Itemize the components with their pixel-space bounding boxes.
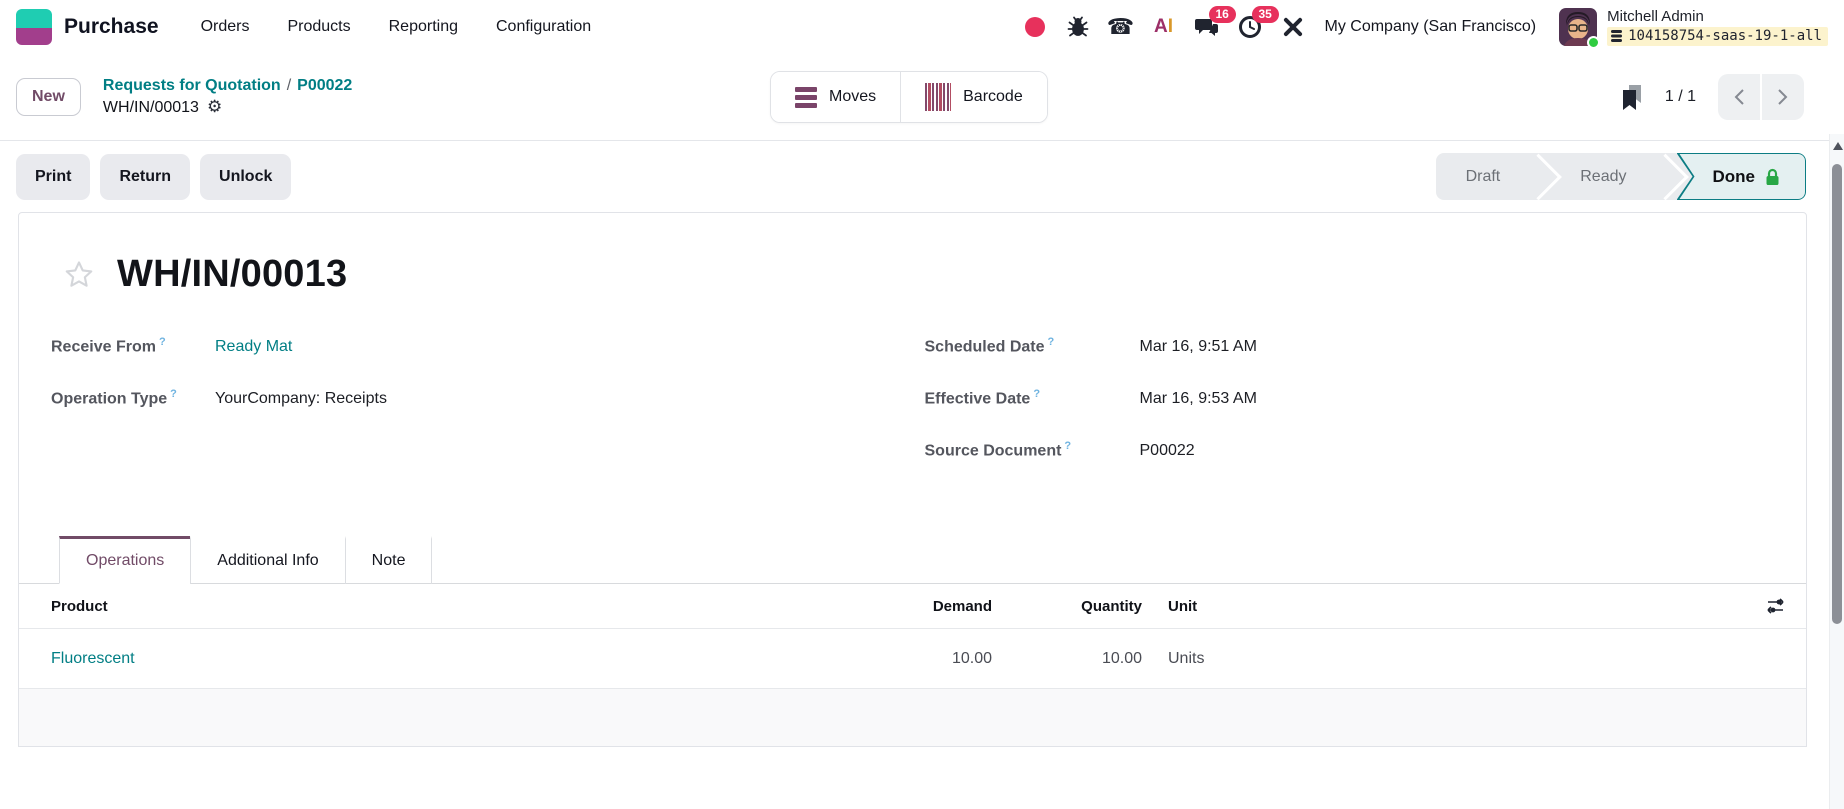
menu-configuration[interactable]: Configuration — [496, 18, 591, 36]
scroll-up-arrow[interactable] — [1833, 142, 1843, 150]
avatar — [1559, 8, 1601, 49]
unlock-button[interactable]: Unlock — [200, 153, 292, 200]
column-quantity[interactable]: Quantity — [1000, 598, 1150, 615]
activities-clock-icon[interactable]: 35 — [1237, 6, 1279, 40]
effective-date-value[interactable]: Mar 16, 9:53 AM — [1140, 390, 1257, 408]
tab-operations[interactable]: Operations — [59, 536, 191, 584]
field-scheduled-date: Scheduled Date? Mar 16, 9:51 AM — [924, 336, 1257, 356]
pager-counter: 1 / 1 — [1664, 88, 1696, 105]
help-marker: ? — [158, 336, 166, 348]
database-icon — [1611, 30, 1623, 43]
optional-columns-icon[interactable] — [1766, 597, 1786, 615]
scheduled-date-value[interactable]: Mar 16, 9:51 AM — [1140, 338, 1257, 356]
messages-icon[interactable]: 16 — [1194, 6, 1236, 40]
breadcrumb-current: WH/IN/00013 — [102, 99, 199, 116]
field-effective-date: Effective Date? Mar 16, 9:53 AM — [924, 388, 1257, 408]
control-panel: Print Return Unlock Draft Ready Done — [0, 141, 1844, 212]
tab-additional-info[interactable]: Additional Info — [190, 536, 344, 584]
pager-previous-button[interactable] — [1718, 74, 1760, 120]
view-switch-group: Moves Barcode — [770, 71, 1048, 123]
messages-badge: 16 — [1208, 6, 1236, 24]
column-demand[interactable]: Demand — [880, 598, 1000, 615]
ai-icon[interactable]: AI — [1151, 14, 1177, 40]
source-document-value[interactable]: P00022 — [1140, 442, 1195, 460]
breadcrumb-link-rfq[interactable]: Requests for Quotation — [103, 77, 281, 94]
top-navbar: Purchase Orders Products Reporting Confi… — [0, 0, 1844, 54]
moves-button[interactable]: Moves — [771, 72, 901, 122]
menu-orders[interactable]: Orders — [201, 18, 250, 36]
stage-done[interactable]: Done — [1676, 153, 1806, 200]
table-header: Product Demand Quantity Unit — [19, 584, 1806, 629]
actions-gear-icon[interactable]: ⚙ — [207, 96, 222, 119]
new-button[interactable]: New — [16, 78, 81, 116]
receive-from-value[interactable]: Ready Mat — [215, 338, 292, 356]
product-link[interactable]: Fluorescent — [51, 650, 135, 667]
status-bar: Draft Ready Done — [1435, 153, 1806, 200]
help-marker: ? — [1047, 336, 1055, 348]
user-menu[interactable]: Mitchell Admin 104158754-saas-19-1-all — [1559, 7, 1828, 49]
developer-tools-icon[interactable] — [1280, 14, 1306, 40]
record-title[interactable]: WH/IN/00013 — [117, 253, 347, 296]
unit-value: Units — [1168, 649, 1205, 667]
menu-reporting[interactable]: Reporting — [389, 18, 458, 36]
field-operation-type: Operation Type? YourCompany: Receipts — [51, 388, 387, 408]
app-name[interactable]: Purchase — [64, 15, 159, 39]
pager-zone: 1 / 1 — [1621, 74, 1804, 120]
return-button[interactable]: Return — [100, 153, 191, 200]
quantity-value: 10.00 — [1101, 649, 1142, 667]
lock-icon — [1766, 168, 1779, 185]
column-unit[interactable]: Unit — [1150, 598, 1750, 615]
barcode-icon — [925, 83, 952, 111]
field-source-document: Source Document? P00022 — [924, 440, 1195, 460]
breadcrumb-row: New Requests for Quotation / P00022 WH/IN/… — [0, 54, 1844, 140]
company-switcher[interactable]: My Company (San Francisco) — [1325, 18, 1537, 36]
purchase-app-logo-icon — [16, 9, 52, 45]
demand-value: 10.00 — [951, 649, 992, 667]
stage-separator — [1641, 153, 1689, 200]
form-sheet: WH/IN/00013 Receive From? Ready Mat Oper… — [18, 212, 1807, 747]
bug-icon[interactable] — [1065, 14, 1091, 40]
help-marker: ? — [1033, 388, 1041, 400]
favorite-star-icon[interactable] — [63, 259, 95, 291]
menu-products[interactable]: Products — [287, 18, 350, 36]
notebook-tabs: Operations Additional Info Note — [19, 536, 1806, 584]
pager-next-button[interactable] — [1762, 74, 1804, 120]
empty-row-stripe — [19, 689, 1806, 746]
stage-ready[interactable]: Ready — [1550, 153, 1656, 200]
stage-separator — [1515, 153, 1563, 200]
database-badge: 104158754-saas-19-1-all — [1607, 26, 1828, 47]
form-fields: Receive From? Ready Mat Operation Type? … — [51, 336, 1774, 492]
scrollbar-thumb[interactable] — [1832, 164, 1842, 624]
database-name: 104158754-saas-19-1-all — [1628, 27, 1822, 44]
app-menu: Orders Products Reporting Configuration — [201, 18, 592, 36]
user-name: Mitchell Admin — [1607, 7, 1704, 25]
help-marker: ? — [170, 388, 177, 400]
barcode-button[interactable]: Barcode — [900, 72, 1047, 122]
column-product[interactable]: Product — [19, 598, 880, 615]
print-button[interactable]: Print — [16, 153, 91, 200]
moves-icon — [795, 86, 817, 108]
activities-badge: 35 — [1251, 6, 1279, 24]
field-receive-from: Receive From? Ready Mat — [51, 336, 293, 356]
systray: ☎ AI 16 35 My Company (San Francisco) Mi… — [1022, 6, 1828, 49]
app-brand[interactable]: Purchase — [16, 9, 159, 45]
breadcrumb-link-p00022[interactable]: P00022 — [297, 77, 352, 94]
help-marker: ? — [1064, 440, 1072, 452]
operations-table: Product Demand Quantity Unit Fluorescent… — [19, 584, 1806, 689]
vertical-scrollbar[interactable] — [1829, 134, 1844, 809]
online-status-dot — [1587, 36, 1601, 49]
breadcrumb: Requests for Quotation / P00022 WH/IN/0001… — [103, 75, 352, 120]
bookmark-icon[interactable] — [1621, 84, 1643, 111]
tab-note[interactable]: Note — [344, 536, 433, 584]
table-row[interactable]: Fluorescent 10.00 10.00 Units — [19, 629, 1806, 689]
record-indicator-icon[interactable] — [1022, 14, 1048, 40]
operation-type-value[interactable]: YourCompany: Receipts — [215, 390, 387, 408]
voip-phone-icon[interactable]: ☎ — [1107, 14, 1134, 40]
